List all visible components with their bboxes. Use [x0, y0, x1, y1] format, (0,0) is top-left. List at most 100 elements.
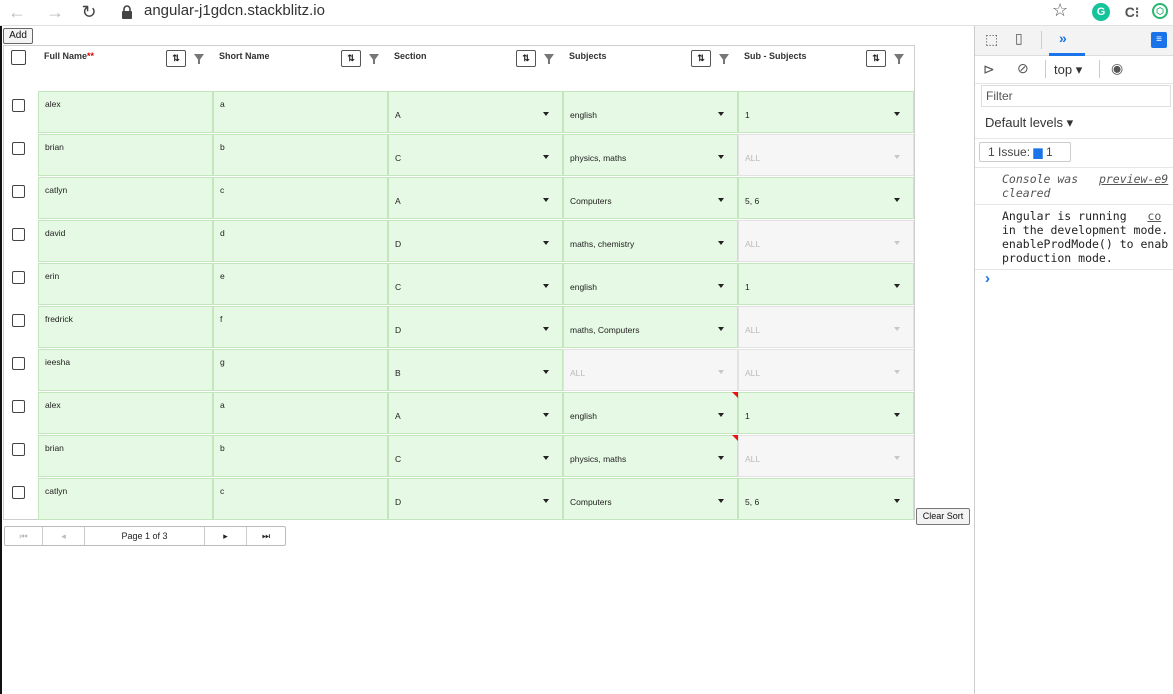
next-page-icon[interactable]: ▸ — [205, 527, 247, 545]
log-levels-dropdown[interactable]: Default levels ▾ — [985, 115, 1073, 131]
row-checkbox[interactable] — [12, 357, 25, 370]
select-all-checkbox[interactable] — [11, 50, 26, 65]
section-dropdown[interactable]: C — [388, 263, 563, 305]
section-dropdown[interactable]: D — [388, 220, 563, 262]
sub-dropdown[interactable]: 1 — [738, 392, 914, 434]
short-name-cell[interactable]: g — [213, 349, 388, 391]
full-name-cell[interactable]: catlyn — [38, 177, 213, 219]
subjects-dropdown[interactable]: english — [563, 392, 738, 434]
sub-dropdown[interactable]: 1 — [738, 91, 914, 133]
section-dropdown[interactable]: C — [388, 435, 563, 477]
row-checkbox[interactable] — [12, 443, 25, 456]
row-checkbox[interactable] — [12, 142, 25, 155]
sub-dropdown[interactable]: ALL — [738, 134, 914, 176]
sidebar-toggle-icon[interactable]: ⊳ — [983, 61, 995, 78]
sort-button[interactable]: ⇅ — [866, 50, 886, 67]
sub-dropdown[interactable]: 1 — [738, 263, 914, 305]
console-prompt-icon[interactable]: › — [985, 270, 990, 287]
console-filter-input[interactable]: Filter — [981, 85, 1171, 107]
row-checkbox[interactable] — [12, 228, 25, 241]
row-checkbox[interactable] — [12, 486, 25, 499]
short-name-cell[interactable]: b — [213, 134, 388, 176]
section-dropdown[interactable]: A — [388, 392, 563, 434]
full-name-cell[interactable]: brian — [38, 435, 213, 477]
short-name-cell[interactable]: e — [213, 263, 388, 305]
more-tabs-icon[interactable]: » — [1059, 30, 1067, 46]
short-name-cell[interactable]: c — [213, 177, 388, 219]
address-bar[interactable]: angular-j1gdcn.stackblitz.io — [144, 2, 325, 19]
subjects-dropdown[interactable]: english — [563, 263, 738, 305]
short-name-cell[interactable]: c — [213, 478, 388, 520]
full-name-cell[interactable]: catlyn — [38, 478, 213, 520]
filter-icon[interactable] — [194, 54, 204, 64]
filter-icon[interactable] — [369, 54, 379, 64]
section-dropdown[interactable]: B — [388, 349, 563, 391]
context-selector[interactable]: top ▾ — [1054, 62, 1082, 78]
forward-icon[interactable]: → — [44, 2, 66, 22]
subjects-dropdown[interactable]: physics, maths — [563, 435, 738, 477]
add-button[interactable]: Add — [3, 28, 33, 44]
header-label: Short Name — [219, 51, 270, 61]
sub-dropdown[interactable]: ALL — [738, 349, 914, 391]
subjects-dropdown[interactable]: Computers — [563, 177, 738, 219]
clear-console-icon[interactable]: ⊘ — [1017, 60, 1029, 77]
sub-dropdown[interactable]: 5, 6 — [738, 177, 914, 219]
full-name-cell[interactable]: brian — [38, 134, 213, 176]
full-name-cell[interactable]: ieesha — [38, 349, 213, 391]
full-name-cell[interactable]: fredrick — [38, 306, 213, 348]
section-dropdown[interactable]: A — [388, 177, 563, 219]
back-icon[interactable]: ← — [6, 2, 28, 22]
sub-dropdown[interactable]: ALL — [738, 435, 914, 477]
section-dropdown[interactable]: D — [388, 478, 563, 520]
extension-icon[interactable]: C⁝ — [1123, 3, 1141, 21]
sort-button[interactable]: ⇅ — [516, 50, 536, 67]
filter-icon[interactable] — [544, 54, 554, 64]
filter-icon[interactable] — [894, 54, 904, 64]
section-dropdown[interactable]: C — [388, 134, 563, 176]
full-name-cell[interactable]: alex — [38, 91, 213, 133]
short-name-cell[interactable]: b — [213, 435, 388, 477]
full-name-cell[interactable]: alex — [38, 392, 213, 434]
row-checkbox[interactable] — [12, 271, 25, 284]
sort-button[interactable]: ⇅ — [341, 50, 361, 67]
messages-icon[interactable]: ≡ — [1151, 32, 1167, 48]
subjects-dropdown[interactable]: maths, chemistry — [563, 220, 738, 262]
log-source-link[interactable]: co — [1147, 209, 1161, 223]
row-checkbox[interactable] — [12, 400, 25, 413]
issues-button[interactable]: 1 Issue: ▆ 1 — [979, 142, 1071, 162]
reload-icon[interactable]: ↻ — [78, 2, 100, 22]
bookmark-star-icon[interactable]: ☆ — [1052, 0, 1068, 21]
subjects-dropdown[interactable]: maths, Computers — [563, 306, 738, 348]
subjects-dropdown[interactable]: Computers — [563, 478, 738, 520]
subjects-dropdown[interactable]: physics, maths — [563, 134, 738, 176]
filter-icon[interactable] — [719, 54, 729, 64]
subjects-dropdown[interactable]: ALL — [563, 349, 738, 391]
section-dropdown[interactable]: D — [388, 306, 563, 348]
full-name-cell[interactable]: david — [38, 220, 213, 262]
short-name-cell[interactable]: a — [213, 91, 388, 133]
extension-hex-icon[interactable]: ⬡ — [1152, 3, 1168, 19]
sub-dropdown[interactable]: ALL — [738, 220, 914, 262]
device-toolbar-icon[interactable]: ▯ — [1015, 30, 1023, 47]
sub-dropdown[interactable]: ALL — [738, 306, 914, 348]
subjects-dropdown[interactable]: english — [563, 91, 738, 133]
live-expression-eye-icon[interactable]: ◉ — [1111, 60, 1123, 77]
short-name-cell[interactable]: a — [213, 392, 388, 434]
sort-button[interactable]: ⇅ — [166, 50, 186, 67]
inspect-element-icon[interactable]: ⬚ — [985, 31, 998, 48]
sort-button[interactable]: ⇅ — [691, 50, 711, 67]
prev-page-icon[interactable]: ◂ — [43, 527, 85, 545]
grammarly-extension-icon[interactable]: G — [1092, 3, 1110, 21]
first-page-icon[interactable]: ⏮ — [5, 527, 43, 545]
short-name-cell[interactable]: d — [213, 220, 388, 262]
log-source-link[interactable]: preview-e9 — [1099, 172, 1168, 186]
row-checkbox[interactable] — [12, 314, 25, 327]
last-page-icon[interactable]: ⏭ — [247, 527, 285, 545]
row-checkbox[interactable] — [12, 185, 25, 198]
full-name-cell[interactable]: erin — [38, 263, 213, 305]
sub-dropdown[interactable]: 5, 6 — [738, 478, 914, 520]
short-name-cell[interactable]: f — [213, 306, 388, 348]
clear-sort-button[interactable]: Clear Sort — [916, 508, 970, 525]
section-dropdown[interactable]: A — [388, 91, 563, 133]
row-checkbox[interactable] — [12, 99, 25, 112]
